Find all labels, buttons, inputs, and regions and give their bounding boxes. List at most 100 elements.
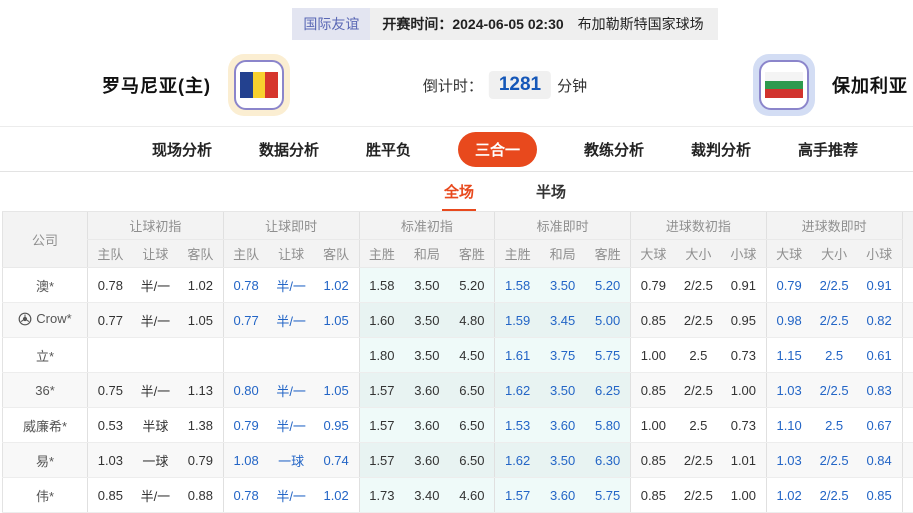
sub-tab[interactable]: 半场 [534, 172, 568, 211]
away-flag-box [759, 60, 809, 110]
company-cell: 易* [3, 443, 88, 478]
odds-cell[interactable] [223, 338, 268, 373]
odds-cell: 6.50 [450, 443, 495, 478]
odds-cell[interactable]: 2.5 [812, 408, 857, 443]
odds-cell[interactable]: 1.53 [495, 408, 540, 443]
odds-cell[interactable]: 半/一 [269, 408, 314, 443]
odds-cell: 半/一 [133, 268, 178, 303]
odds-cell[interactable]: 6.25 [585, 373, 630, 408]
odds-cell: 1.00 [721, 373, 766, 408]
odds-cell[interactable]: 0.78 [223, 268, 268, 303]
odds-cell[interactable]: 3.75 [540, 338, 585, 373]
col-header: 客胜 [585, 240, 630, 268]
odds-cell[interactable]: 1.57 [495, 478, 540, 513]
odds-cell[interactable]: 1.61 [495, 338, 540, 373]
odds-cell[interactable]: 0.77 [223, 303, 268, 338]
odds-cell[interactable]: 3.60 [540, 408, 585, 443]
company-cell: 威廉希* [3, 408, 88, 443]
clipped-cell [902, 303, 913, 338]
odds-cell[interactable]: 半/一 [269, 303, 314, 338]
odds-cell: 3.50 [404, 268, 449, 303]
odds-cell[interactable]: 0.67 [857, 408, 902, 443]
odds-cell[interactable]: 1.03 [766, 443, 811, 478]
odds-cell: 0.95 [721, 303, 766, 338]
odds-cell[interactable]: 3.50 [540, 268, 585, 303]
odds-cell[interactable]: 2/2.5 [812, 268, 857, 303]
odds-cell: 1.80 [359, 338, 404, 373]
odds-cell[interactable]: 1.05 [314, 303, 359, 338]
odds-cell[interactable] [269, 338, 314, 373]
odds-cell[interactable]: 1.58 [495, 268, 540, 303]
odds-cell[interactable]: 3.50 [540, 443, 585, 478]
company-cell: 36* [3, 373, 88, 408]
odds-cell[interactable]: 5.80 [585, 408, 630, 443]
odds-cell[interactable]: 0.98 [766, 303, 811, 338]
odds-cell[interactable]: 5.75 [585, 478, 630, 513]
odds-cell[interactable]: 1.03 [766, 373, 811, 408]
odds-cell[interactable]: 1.15 [766, 338, 811, 373]
odds-cell[interactable]: 2/2.5 [812, 478, 857, 513]
odds-cell[interactable]: 3.45 [540, 303, 585, 338]
col-header: 主胜 [495, 240, 540, 268]
odds-cell[interactable]: 1.05 [314, 373, 359, 408]
odds-cell[interactable]: 0.95 [314, 408, 359, 443]
odds-cell: 2.5 [676, 338, 721, 373]
odds-cell[interactable]: 1.10 [766, 408, 811, 443]
odds-cell[interactable] [314, 338, 359, 373]
odds-cell: 0.79 [178, 443, 223, 478]
countdown-unit: 分钟 [557, 75, 587, 96]
odds-cell[interactable]: 0.79 [766, 268, 811, 303]
odds-cell[interactable]: 1.59 [495, 303, 540, 338]
odds-cell[interactable]: 3.50 [540, 373, 585, 408]
odds-table: 公司让球初指让球即时标准初指标准即时进球数初指进球数即时主队让球客队主队让球客队… [2, 211, 913, 513]
table-row: 澳*0.78半/一1.020.78半/一1.021.583.505.201.58… [3, 268, 913, 303]
odds-cell[interactable]: 1.02 [314, 478, 359, 513]
odds-cell[interactable]: 1.08 [223, 443, 268, 478]
odds-cell[interactable]: 2/2.5 [812, 443, 857, 478]
odds-cell[interactable]: 0.91 [857, 268, 902, 303]
odds-cell[interactable]: 0.74 [314, 443, 359, 478]
league-badge[interactable]: 国际友谊 [292, 8, 370, 40]
nav-tab[interactable]: 三合一 [458, 132, 537, 167]
odds-cell[interactable]: 0.61 [857, 338, 902, 373]
nav-tab[interactable]: 胜平负 [366, 139, 411, 160]
odds-cell[interactable]: 5.75 [585, 338, 630, 373]
odds-cell[interactable]: 0.82 [857, 303, 902, 338]
odds-cell[interactable]: 6.30 [585, 443, 630, 478]
odds-cell[interactable]: 5.00 [585, 303, 630, 338]
kickoff-label: 开赛时间： [370, 8, 452, 40]
nav-tab[interactable]: 现场分析 [152, 139, 212, 160]
odds-cell[interactable]: 0.78 [223, 478, 268, 513]
odds-cell[interactable]: 2.5 [812, 338, 857, 373]
odds-cell[interactable]: 0.83 [857, 373, 902, 408]
odds-cell [133, 338, 178, 373]
odds-cell: 0.73 [721, 338, 766, 373]
odds-cell[interactable]: 5.20 [585, 268, 630, 303]
odds-cell[interactable]: 0.79 [223, 408, 268, 443]
company-name: 立* [36, 346, 54, 365]
odds-cell[interactable]: 2/2.5 [812, 303, 857, 338]
sub-tab[interactable]: 全场 [442, 172, 476, 211]
odds-cell[interactable]: 0.84 [857, 443, 902, 478]
odds-cell[interactable]: 2/2.5 [812, 373, 857, 408]
nav-tab[interactable]: 数据分析 [259, 139, 319, 160]
odds-cell[interactable]: 半/一 [269, 268, 314, 303]
odds-cell[interactable]: 0.80 [223, 373, 268, 408]
table-row: 36*0.75半/一1.130.80半/一1.051.573.606.501.6… [3, 373, 913, 408]
odds-cell[interactable]: 半/一 [269, 478, 314, 513]
odds-cell[interactable]: 0.85 [857, 478, 902, 513]
company-name: 威廉希* [23, 416, 67, 435]
odds-cell[interactable]: 1.62 [495, 443, 540, 478]
odds-cell[interactable]: 一球 [269, 443, 314, 478]
odds-cell: 4.60 [450, 478, 495, 513]
nav-tab[interactable]: 裁判分析 [691, 139, 751, 160]
odds-cell: 1.03 [88, 443, 133, 478]
odds-cell[interactable]: 半/一 [269, 373, 314, 408]
odds-cell[interactable]: 3.60 [540, 478, 585, 513]
odds-cell[interactable]: 1.62 [495, 373, 540, 408]
nav-tab[interactable]: 高手推荐 [798, 139, 858, 160]
nav-tab[interactable]: 教练分析 [584, 139, 644, 160]
odds-cell: 1.57 [359, 443, 404, 478]
odds-cell[interactable]: 1.02 [314, 268, 359, 303]
odds-cell[interactable]: 1.02 [766, 478, 811, 513]
